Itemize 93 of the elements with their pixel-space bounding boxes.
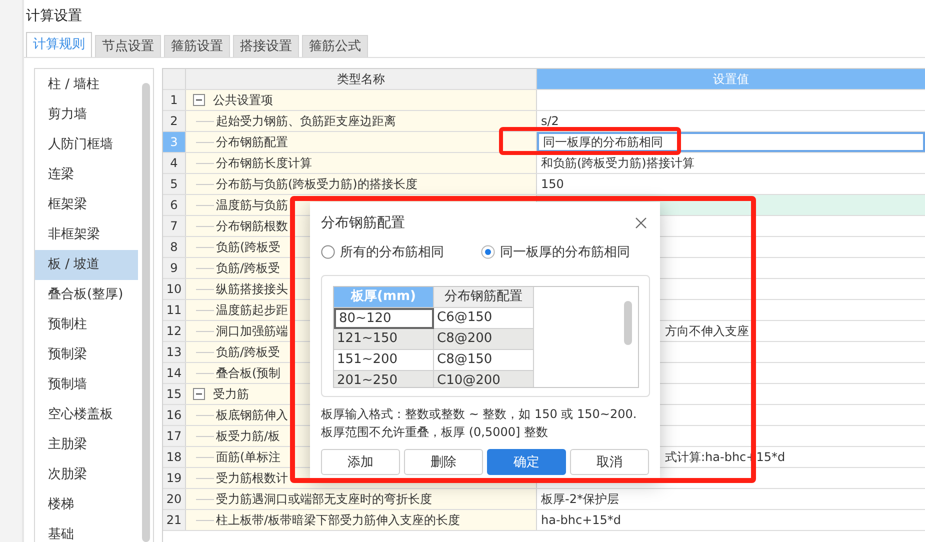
row-number: 19 bbox=[163, 468, 186, 488]
group-name: 公共设置项 bbox=[213, 92, 273, 108]
scrollbar[interactable] bbox=[624, 301, 632, 345]
table-cell[interactable]: C8@200 bbox=[434, 329, 534, 350]
row-number: 12 bbox=[163, 321, 186, 341]
hint-text: 板厚输入格式：整数或整数 ~ 整数，如 150 或 150~200. bbox=[321, 406, 638, 423]
row-number: 6 bbox=[163, 195, 186, 215]
row-number: 21 bbox=[163, 510, 186, 530]
value-cell[interactable]: 150 bbox=[537, 174, 925, 194]
category-item[interactable]: 预制墙 bbox=[35, 370, 138, 400]
table-cell[interactable]: 201~250 bbox=[334, 371, 434, 387]
table-cell[interactable]: C10@200 bbox=[434, 371, 534, 387]
setting-name: 洞口加强筋端 bbox=[216, 322, 288, 340]
row-number: 4 bbox=[163, 153, 186, 173]
category-item[interactable]: 叠合板(整厚) bbox=[35, 280, 138, 310]
setting-name: 负筋(跨板受 bbox=[216, 238, 281, 256]
dialog-button[interactable]: 取消 bbox=[570, 449, 649, 475]
category-item[interactable]: 空心楼盖板 bbox=[35, 400, 138, 430]
column-header[interactable]: 分布钢筋配置 bbox=[434, 287, 534, 308]
row-number: 1 bbox=[163, 90, 186, 110]
radio-option[interactable]: 所有的分布筋相同 bbox=[321, 243, 444, 261]
value-cell[interactable]: 板厚-2*保护层 bbox=[537, 489, 925, 509]
setting-name: 受力筋遇洞口或端部无支座时的弯折长度 bbox=[216, 490, 432, 508]
setting-name: 面筋(单标注 bbox=[216, 448, 281, 466]
row-number: 8 bbox=[163, 237, 186, 257]
category-item[interactable]: 楼梯 bbox=[35, 490, 138, 520]
setting-name: 叠合板(预制 bbox=[216, 364, 281, 382]
group-name: 受力筋 bbox=[213, 386, 249, 402]
category-item[interactable]: 基础 bbox=[35, 520, 138, 542]
setting-name: 负筋/跨板受 bbox=[216, 260, 280, 276]
row-number: 15 bbox=[163, 384, 186, 404]
setting-name: 分布钢筋根数 bbox=[216, 218, 288, 234]
row-number: 13 bbox=[163, 342, 186, 362]
category-item[interactable]: 预制梁 bbox=[35, 340, 138, 370]
row-number: 5 bbox=[163, 174, 186, 194]
tab[interactable]: 箍筋设置 bbox=[164, 35, 230, 57]
setting-name: 板底钢筋伸入 bbox=[216, 406, 288, 424]
dialog-button[interactable]: 确定 bbox=[487, 449, 566, 475]
category-item[interactable]: 非框架梁 bbox=[35, 220, 138, 250]
category-item[interactable]: 主肋梁 bbox=[35, 430, 138, 460]
setting-name: 板受力筋/板 bbox=[216, 428, 280, 444]
tab[interactable]: 箍筋公式 bbox=[302, 35, 368, 57]
setting-name: 起始受力钢筋、负筋距支座边距离 bbox=[216, 112, 396, 130]
radio-option[interactable]: 同一板厚的分布筋相同 bbox=[481, 243, 630, 261]
setting-name: 柱上板带/板带暗梁下部受力筋伸入支座的长度 bbox=[216, 512, 460, 528]
column-header: 类型名称 bbox=[186, 69, 537, 89]
window-title: 计算设置 bbox=[25, 7, 83, 26]
row-number: 20 bbox=[163, 489, 186, 509]
category-item[interactable]: 预制柱 bbox=[35, 310, 138, 340]
setting-name: 分布钢筋配置 bbox=[216, 134, 288, 150]
row-number: 3 bbox=[163, 132, 186, 152]
row-number: 17 bbox=[163, 426, 186, 446]
row-number: 9 bbox=[163, 258, 186, 278]
radio-icon[interactable] bbox=[321, 245, 335, 259]
category-item[interactable]: 柱 / 墙柱 bbox=[35, 70, 138, 100]
scrollbar[interactable] bbox=[142, 83, 150, 542]
dialog-button[interactable]: 删除 bbox=[404, 449, 483, 475]
value-cell[interactable]: ha-bhc+15*d bbox=[537, 510, 925, 530]
category-item[interactable]: 连梁 bbox=[35, 160, 138, 190]
tab[interactable]: 搭接设置 bbox=[233, 35, 299, 57]
table-cell[interactable]: 80~120 bbox=[334, 308, 434, 329]
collapse-icon[interactable] bbox=[193, 94, 205, 106]
value-cell[interactable]: s/2 bbox=[537, 111, 925, 131]
row-number: 7 bbox=[163, 216, 186, 236]
row-number: 18 bbox=[163, 447, 186, 467]
value-cell[interactable]: 和负筋(跨板受力筋)搭接计算 bbox=[537, 153, 925, 173]
category-item[interactable]: 剪力墙 bbox=[35, 100, 138, 130]
table-cell[interactable]: 121~150 bbox=[334, 329, 434, 350]
tab[interactable]: 节点设置 bbox=[95, 35, 161, 57]
close-icon[interactable] bbox=[635, 217, 647, 229]
setting-name: 分布钢筋长度计算 bbox=[216, 154, 312, 172]
row-number: 11 bbox=[163, 300, 186, 320]
setting-name: 纵筋搭接接头 bbox=[216, 280, 288, 298]
setting-name: 温度筋起步距 bbox=[216, 302, 288, 318]
category-item[interactable]: 框架梁 bbox=[35, 190, 138, 220]
row-number: 14 bbox=[163, 363, 186, 383]
value-cell[interactable]: 同一板厚的分布筋相同 bbox=[537, 132, 925, 152]
column-header: 设置值 bbox=[537, 69, 925, 89]
setting-name: 负筋/跨板受 bbox=[216, 344, 280, 360]
dialog-button[interactable]: 添加 bbox=[321, 449, 400, 475]
setting-name: 分布筋与负筋(跨板受力筋)的搭接长度 bbox=[216, 176, 418, 192]
category-item[interactable]: 人防门框墙 bbox=[35, 130, 138, 160]
radio-icon[interactable] bbox=[481, 245, 495, 259]
setting-name: 受力筋根数计 bbox=[216, 470, 288, 486]
row-number: 16 bbox=[163, 405, 186, 425]
collapse-icon[interactable] bbox=[193, 388, 205, 400]
setting-name: 温度筋与负筋 bbox=[216, 196, 288, 214]
category-item[interactable]: 次肋梁 bbox=[35, 460, 138, 490]
hint-text: 板厚范围不允许重叠，板厚 (0,5000] 整数 bbox=[321, 424, 549, 441]
row-number: 2 bbox=[163, 111, 186, 131]
row-number: 10 bbox=[163, 279, 186, 299]
dialog-title: 分布钢筋配置 bbox=[321, 214, 405, 232]
category-item[interactable]: 板 / 坡道 bbox=[35, 250, 138, 280]
